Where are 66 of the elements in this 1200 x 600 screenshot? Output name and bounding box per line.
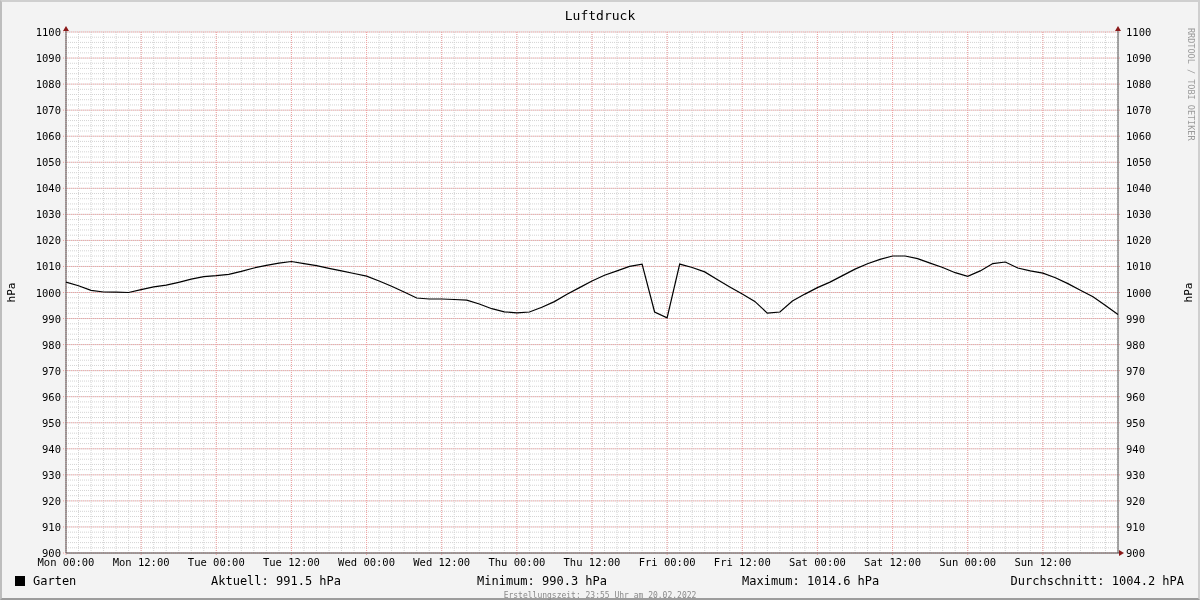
y-axis-label: hPa: [1182, 282, 1195, 303]
x-tick-label: Sun 12:00: [1014, 556, 1072, 568]
x-tick-label: Sat 12:00: [864, 556, 921, 568]
y-tick-label: 970: [1126, 364, 1145, 377]
y-tick-label: 1070: [35, 104, 61, 117]
y-tick-label: 920: [1126, 494, 1145, 507]
y-tick-label: 1020: [35, 234, 61, 247]
y-tick-label: 990: [42, 312, 61, 325]
y-tick-label: 920: [42, 494, 61, 507]
y-axis-label: hPa: [5, 282, 18, 303]
creation-time: Erstellungszeit: 23:55 Uhr am 20.02.2022: [502, 590, 698, 600]
y-tick-label: 1100: [35, 26, 61, 38]
y-tick-label: 1020: [1126, 234, 1152, 247]
y-tick-label: 900: [1126, 547, 1145, 559]
x-tick-label: Wed 12:00: [413, 556, 471, 568]
legend-stat: Aktuell: 991.5 hPa: [211, 574, 342, 588]
y-tick-label: 1060: [35, 130, 61, 143]
legend-stat: Minimum: 990.3 hPa: [477, 574, 608, 588]
y-tick-label: 1050: [35, 156, 61, 169]
y-tick-label: 1000: [1126, 286, 1152, 299]
y-tick-label: 930: [1126, 468, 1145, 481]
x-tick-label: Thu 00:00: [488, 556, 546, 568]
legend-stat: Maximum: 1014.6 hPa: [742, 574, 880, 588]
y-tick-label: 910: [1126, 520, 1145, 533]
y-tick-label: 970: [42, 364, 61, 377]
y-tick-label: 1090: [35, 52, 61, 65]
y-tick-label: 1040: [35, 182, 61, 195]
y-tick-label: 940: [42, 442, 61, 455]
y-tick-label: 1080: [35, 78, 61, 91]
x-tick-label: Sun 00:00: [939, 556, 997, 568]
x-tick-label: Mon 00:00: [37, 556, 95, 568]
x-tick-label: Fri 12:00: [713, 556, 771, 568]
credit-text: RRDTOOL / TOBI OETIKER: [1186, 28, 1196, 141]
y-tick-label: 1010: [1126, 260, 1152, 273]
y-tick-label: 1030: [1126, 208, 1152, 221]
y-tick-label: 950: [42, 416, 61, 429]
y-tick-label: 1030: [35, 208, 61, 221]
y-tick-label: 1040: [1126, 182, 1152, 195]
y-tick-label: 1010: [35, 260, 61, 273]
x-tick-label: Wed 00:00: [338, 556, 395, 568]
y-tick-label: 1080: [1126, 78, 1152, 91]
legend-label: Garten: [33, 573, 77, 590]
y-tick-label: 940: [1126, 442, 1145, 455]
x-tick-label: Tue 00:00: [187, 556, 245, 568]
y-tick-label: 910: [42, 520, 61, 533]
x-tick-label: Mon 12:00: [112, 556, 170, 568]
chart-title: Luftdruck: [563, 7, 637, 25]
y-tick-label: 930: [42, 468, 61, 481]
y-tick-label: 990: [1126, 312, 1145, 325]
y-tick-label: 980: [1126, 338, 1145, 351]
y-tick-label: 1090: [1126, 52, 1152, 65]
x-tick-label: Sat 00:00: [789, 556, 846, 568]
y-tick-label: 950: [1126, 416, 1145, 429]
x-tick-label: Thu 12:00: [563, 556, 621, 568]
y-tick-label: 960: [42, 390, 61, 403]
y-tick-label: 1000: [35, 286, 61, 299]
y-tick-label: 1050: [1126, 156, 1152, 169]
y-tick-label: 960: [1126, 390, 1145, 403]
y-tick-label: 1060: [1126, 130, 1152, 143]
x-tick-label: Fri 00:00: [638, 556, 696, 568]
y-tick-label: 1100: [1126, 26, 1152, 38]
x-tick-label: Tue 12:00: [263, 556, 320, 568]
y-tick-label: 980: [42, 338, 61, 351]
y-tick-label: 1070: [1126, 104, 1152, 117]
legend-stat: Durchschnitt: 1004.2 hPA: [1010, 574, 1184, 588]
y-tick-label: 900: [42, 547, 61, 559]
